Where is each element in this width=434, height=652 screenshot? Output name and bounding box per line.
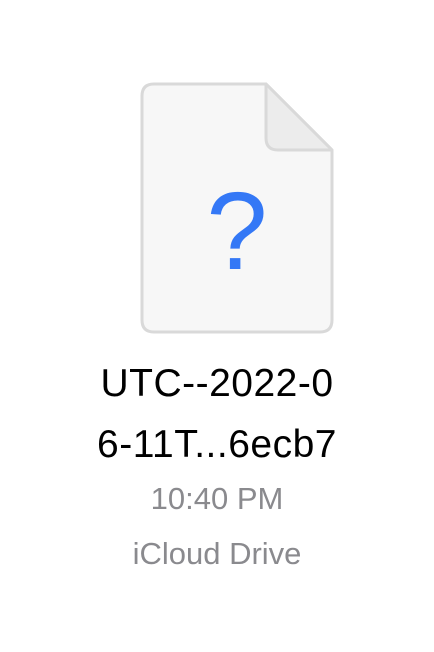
unknown-file-icon[interactable]: ? [140,82,334,334]
file-time: 10:40 PM [150,481,284,516]
question-mark-icon: ? [206,170,268,293]
file-item[interactable]: ? UTC--2022-0 6-11T...6ecb7 10:40 PM iCl… [0,0,434,652]
file-location: iCloud Drive [132,536,302,571]
file-name-line-1: UTC--2022-0 [100,362,334,405]
file-name-line-2: 6-11T...6ecb7 [97,423,337,466]
